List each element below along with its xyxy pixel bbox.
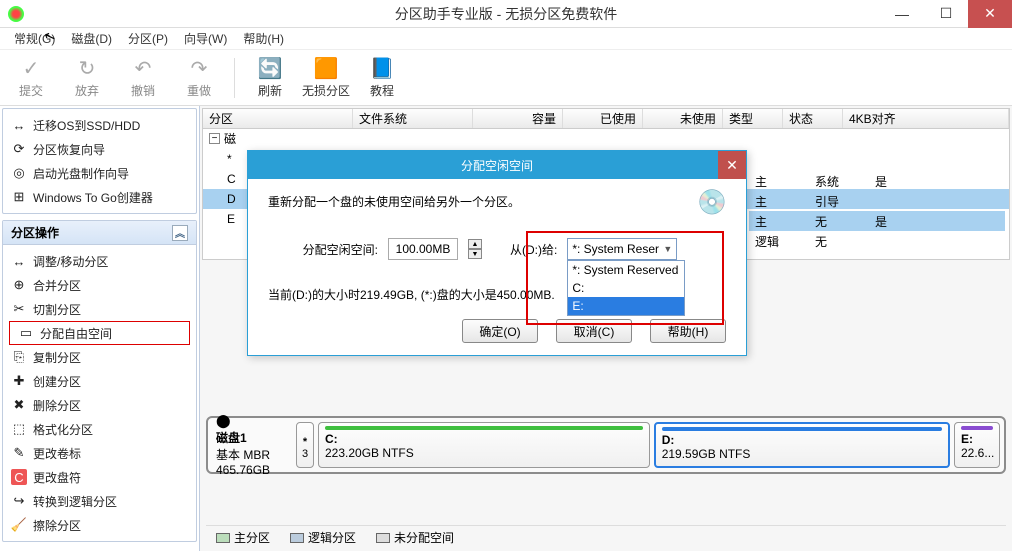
wizard-recovery[interactable]: ⟳分区恢复向导 bbox=[3, 137, 196, 161]
dialog-titlebar[interactable]: 分配空闲空间 ✕ bbox=[248, 151, 746, 179]
separator bbox=[234, 58, 235, 98]
op-convert-logical[interactable]: ↪转换到逻辑分区 bbox=[3, 489, 196, 513]
wizard-bootdisc[interactable]: ◎启动光盘制作向导 bbox=[3, 161, 196, 185]
seg-e[interactable]: E: 22.6... bbox=[954, 422, 1000, 468]
seg-c[interactable]: C: 223.20GB NTFS bbox=[318, 422, 650, 468]
undo-icon bbox=[131, 56, 155, 80]
recovery-icon: ⟳ bbox=[11, 141, 27, 157]
op-merge[interactable]: ⊕合并分区 bbox=[3, 273, 196, 297]
migrate-icon: ↔ bbox=[11, 117, 27, 133]
spin-down-icon[interactable]: ▼ bbox=[468, 249, 482, 259]
col-status[interactable]: 状态 bbox=[783, 109, 843, 128]
op-copy[interactable]: ⎘复制分区 bbox=[3, 345, 196, 369]
tutorial-button[interactable]: 教程 bbox=[357, 53, 407, 103]
grid-disk-row[interactable]: −磁 bbox=[203, 129, 1009, 149]
help-button[interactable]: 帮助(H) bbox=[650, 319, 726, 343]
op-allocate-free[interactable]: ▭分配自由空间 bbox=[9, 321, 190, 345]
col-partition[interactable]: 分区 bbox=[203, 109, 353, 128]
spinner[interactable]: ▲▼ bbox=[468, 239, 482, 259]
legend-primary: 主分区 bbox=[216, 529, 270, 546]
option-reserved[interactable]: *: System Reserved bbox=[568, 261, 684, 279]
col-capacity[interactable]: 容量 bbox=[473, 109, 563, 128]
ops-list: ↔调整/移动分区 ⊕合并分区 ✂切割分区 ▭分配自由空间 ⎘复制分区 ✚创建分区… bbox=[3, 245, 196, 541]
op-format[interactable]: ⬚格式化分区 bbox=[3, 417, 196, 441]
col-unused[interactable]: 未使用 bbox=[643, 109, 723, 128]
disk-map: ⬤ 磁盘1 基本 MBR 465.76GB * 3 C: 223.20GB NT… bbox=[206, 416, 1006, 474]
discard-button[interactable]: 放弃 bbox=[62, 53, 112, 103]
op-resize[interactable]: ↔调整/移动分区 bbox=[3, 249, 196, 273]
partition-icon bbox=[314, 56, 338, 80]
redo-icon bbox=[187, 56, 211, 80]
cancel-button[interactable]: 取消(C) bbox=[556, 319, 632, 343]
col-align[interactable]: 4KB对齐 bbox=[843, 109, 1009, 128]
menu-bar: 常规(G) 磁盘(D) 分区(P) 向导(W) 帮助(H) bbox=[0, 28, 1012, 50]
option-c[interactable]: C: bbox=[568, 279, 684, 297]
legend-logical: 逻辑分区 bbox=[290, 529, 356, 546]
check-icon bbox=[19, 56, 43, 80]
col-type[interactable]: 类型 bbox=[723, 109, 783, 128]
size-input[interactable] bbox=[388, 238, 458, 260]
menu-partition[interactable]: 分区(P) bbox=[120, 28, 176, 49]
disc-icon: ◎ bbox=[11, 165, 27, 181]
from-label: 从(D:)给: bbox=[510, 241, 557, 258]
menu-help[interactable]: 帮助(H) bbox=[235, 28, 292, 49]
expand-icon[interactable]: − bbox=[209, 133, 220, 144]
op-label[interactable]: ✎更改卷标 bbox=[3, 441, 196, 465]
ok-button[interactable]: 确定(O) bbox=[462, 319, 538, 343]
col-used[interactable]: 已使用 bbox=[563, 109, 643, 128]
dialog-description: 重新分配一个盘的未使用空间给另外一个分区。 bbox=[268, 193, 726, 210]
dialog-close-button[interactable]: ✕ bbox=[718, 151, 746, 179]
title-bar: 分区助手专业版 - 无损分区免费软件 — ☐ ✕ bbox=[0, 0, 1012, 28]
close-button[interactable]: ✕ bbox=[968, 0, 1012, 28]
dialog-icon bbox=[694, 187, 730, 217]
menu-general[interactable]: 常规(G) bbox=[6, 28, 63, 49]
discard-icon bbox=[75, 56, 99, 80]
legend-unalloc: 未分配空间 bbox=[376, 529, 454, 546]
wizard-migrate-os[interactable]: ↔迁移OS到SSD/HDD bbox=[3, 113, 196, 137]
collapse-icon[interactable]: ︽ bbox=[172, 225, 188, 241]
op-letter[interactable]: C更改盘符 bbox=[3, 465, 196, 489]
menu-disk[interactable]: 磁盘(D) bbox=[63, 28, 120, 49]
col-filesystem[interactable]: 文件系统 bbox=[353, 109, 473, 128]
chevron-down-icon: ▼ bbox=[663, 244, 672, 254]
book-icon bbox=[370, 56, 394, 80]
app-icon bbox=[8, 6, 24, 22]
window-title: 分区助手专业版 - 无损分区免费软件 bbox=[395, 4, 617, 24]
commit-button[interactable]: 提交 bbox=[6, 53, 56, 103]
left-panel: ↔迁移OS到SSD/HDD ⟳分区恢复向导 ◎启动光盘制作向导 ⊞Windows… bbox=[0, 106, 200, 551]
option-e[interactable]: E: bbox=[568, 297, 684, 315]
op-create[interactable]: ✚创建分区 bbox=[3, 369, 196, 393]
windows-icon: ⊞ bbox=[11, 189, 27, 205]
menu-wizard[interactable]: 向导(W) bbox=[176, 28, 235, 49]
op-delete[interactable]: ✖删除分区 bbox=[3, 393, 196, 417]
target-select[interactable]: *: System Reser ▼ bbox=[567, 238, 677, 260]
toolbar: 提交 放弃 撤销 重做 刷新 无损分区 教程 bbox=[0, 50, 1012, 106]
wizard-list: ↔迁移OS到SSD/HDD ⟳分区恢复向导 ◎启动光盘制作向导 ⊞Windows… bbox=[3, 109, 196, 213]
spin-up-icon[interactable]: ▲ bbox=[468, 239, 482, 249]
allocate-dialog: 分配空闲空间 ✕ 重新分配一个盘的未使用空间给另外一个分区。 分配空闲空间: ▲… bbox=[247, 150, 747, 356]
minimize-button[interactable]: — bbox=[880, 0, 924, 28]
target-dropdown: *: System Reserved C: E: bbox=[567, 260, 685, 316]
redo-button[interactable]: 重做 bbox=[174, 53, 224, 103]
disk-info[interactable]: ⬤ 磁盘1 基本 MBR 465.76GB bbox=[212, 422, 292, 468]
undo-button[interactable]: 撤销 bbox=[118, 53, 168, 103]
op-split[interactable]: ✂切割分区 bbox=[3, 297, 196, 321]
wizard-wintogo[interactable]: ⊞Windows To Go创建器 bbox=[3, 185, 196, 209]
legend: 主分区 逻辑分区 未分配空间 bbox=[206, 525, 1006, 549]
ops-panel-header[interactable]: 分区操作 ︽ bbox=[3, 221, 196, 245]
op-wipe[interactable]: 🧹擦除分区 bbox=[3, 513, 196, 537]
grid-header: 分区 文件系统 容量 已使用 未使用 类型 状态 4KB对齐 bbox=[203, 109, 1009, 129]
seg-d[interactable]: D: 219.59GB NTFS bbox=[654, 422, 950, 468]
refresh-icon bbox=[258, 56, 282, 80]
seg-reserved[interactable]: * 3 bbox=[296, 422, 314, 468]
refresh-button[interactable]: 刷新 bbox=[245, 53, 295, 103]
field-label: 分配空闲空间: bbox=[268, 241, 378, 258]
maximize-button[interactable]: ☐ bbox=[924, 0, 968, 28]
nondestructive-button[interactable]: 无损分区 bbox=[301, 53, 351, 103]
